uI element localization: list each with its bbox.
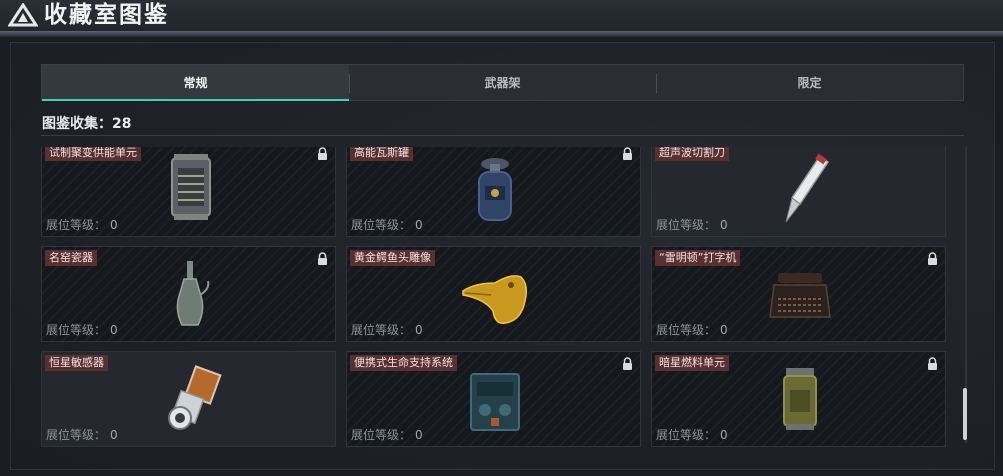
- window-title: 收藏室图鉴: [44, 2, 169, 28]
- collection-count: 图鉴收集：28: [42, 113, 131, 133]
- golden-crocodile-icon: [462, 275, 528, 324]
- booth-level: 展位等级： 0: [351, 216, 423, 233]
- booth-level: 展位等级： 0: [351, 426, 423, 443]
- gas-canister-icon: [478, 158, 512, 221]
- booth-level-label: 展位等级：: [656, 428, 717, 442]
- booth-level: 展位等级： 0: [656, 426, 728, 443]
- booth-level-label: 展位等级：: [351, 428, 412, 442]
- category-tabs: 常规 武器架 限定: [41, 64, 964, 101]
- booth-level-value: 0: [720, 218, 728, 232]
- item-name: 恒星敏感器: [45, 355, 108, 371]
- booth-level: 展位等级： 0: [656, 321, 728, 338]
- collection-card[interactable]: 名窑瓷器 展位等级： 0: [41, 246, 336, 342]
- booth-level: 展位等级： 0: [656, 216, 728, 233]
- booth-level-label: 展位等级：: [656, 323, 717, 337]
- item-name: 名窑瓷器: [45, 250, 97, 266]
- booth-level-value: 0: [110, 323, 118, 337]
- porcelain-vase-icon: [176, 261, 210, 326]
- booth-level-value: 0: [415, 218, 423, 232]
- booth-level-label: 展位等级：: [351, 323, 412, 337]
- booth-level-value: 0: [110, 428, 118, 442]
- item-name: 超声波切割刀: [655, 147, 729, 161]
- collection-card[interactable]: 暗星燃料单元 展位等级： 0: [651, 351, 946, 447]
- collection-card[interactable]: “雷明顿”打字机 展位等级： 0: [651, 246, 946, 342]
- lock-icon: [318, 147, 327, 160]
- booth-level-value: 0: [720, 428, 728, 442]
- collection-panel: 常规 武器架 限定 图鉴收集：28 试制聚变供能单元 展位等级：0 高能瓦斯罐: [10, 42, 995, 470]
- title-bar: 收藏室图鉴: [0, 0, 1003, 32]
- booth-level: 展位等级： 0: [351, 321, 423, 338]
- collection-card[interactable]: 高能瓦斯罐 展位等级： 0: [346, 147, 641, 237]
- booth-level: 展位等级： 0: [46, 426, 118, 443]
- item-name: 暗星燃料单元: [655, 355, 729, 371]
- item-name: 便携式生命支持系统: [350, 355, 457, 371]
- item-name: 黄金鳄鱼头雕像: [350, 250, 435, 266]
- item-name: 试制聚变供能单元: [45, 147, 141, 161]
- title-divider: [0, 31, 1003, 37]
- lock-icon: [623, 357, 632, 370]
- collection-count-label: 图鉴收集：: [42, 116, 112, 132]
- fusion-cell-icon: [171, 154, 211, 220]
- collection-grid: 试制聚变供能单元 展位等级： 0 高能瓦斯罐 展位等级： 0 超声波切割刀 展位…: [41, 147, 957, 447]
- lock-icon: [623, 147, 632, 160]
- booth-level-value: 0: [720, 323, 728, 337]
- tab-weapon-rack[interactable]: 武器架: [349, 65, 656, 100]
- lock-icon: [318, 252, 327, 265]
- lock-icon: [928, 252, 937, 265]
- item-name: 高能瓦斯罐: [350, 147, 413, 161]
- fuel-cell-icon: [783, 368, 817, 430]
- collection-card[interactable]: 黄金鳄鱼头雕像 展位等级： 0: [346, 246, 641, 342]
- ultrasonic-knife-icon: [785, 153, 830, 223]
- typewriter-icon: [769, 273, 831, 318]
- booth-level-label: 展位等级：: [46, 323, 107, 337]
- collection-card[interactable]: 超声波切割刀 展位等级： 0: [651, 147, 946, 237]
- scrollbar-thumb[interactable]: [963, 388, 967, 440]
- tab-regular[interactable]: 常规: [42, 65, 349, 101]
- booth-level-value: 0: [415, 428, 423, 442]
- booth-level-label: 展位等级：: [656, 218, 717, 232]
- life-support-icon: [470, 373, 520, 431]
- collection-card[interactable]: 恒星敏感器 展位等级： 0: [41, 351, 336, 447]
- item-name: “雷明顿”打字机: [655, 250, 741, 266]
- collection-count-value: 28: [112, 116, 132, 132]
- booth-level-label: 展位等级：: [46, 428, 107, 442]
- booth-level-value: 0: [110, 218, 118, 232]
- lock-icon: [928, 357, 937, 370]
- booth-level: 展位等级： 0: [46, 321, 118, 338]
- booth-level-label: 展位等级：: [46, 218, 107, 232]
- divider: [41, 135, 964, 136]
- collection-grid-viewport[interactable]: 试制聚变供能单元 展位等级： 0 高能瓦斯罐 展位等级： 0 超声波切割刀 展位…: [41, 147, 957, 447]
- booth-level-label: 展位等级：: [351, 218, 412, 232]
- booth-level-value: 0: [415, 323, 423, 337]
- booth-level: 展位等级： 0: [46, 216, 118, 233]
- tab-limited[interactable]: 限定: [656, 65, 963, 100]
- app-logo-icon: [8, 3, 38, 27]
- collection-card[interactable]: 便携式生命支持系统 展位等级： 0: [346, 351, 641, 447]
- star-sensor-icon: [168, 365, 222, 430]
- collection-card[interactable]: 试制聚变供能单元 展位等级： 0: [41, 147, 336, 237]
